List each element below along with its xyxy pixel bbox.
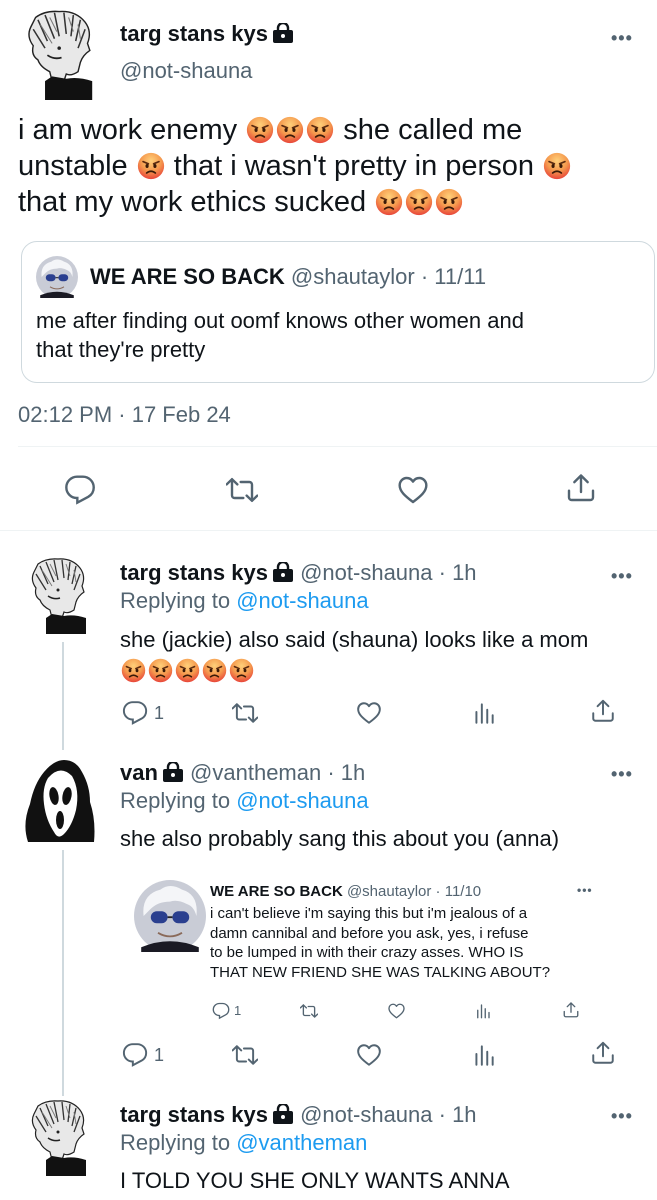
angry-face-icon	[202, 658, 227, 683]
tweet-text: she also probably sang this about you (a…	[120, 826, 560, 851]
replying-to-label: Replying to	[120, 788, 231, 813]
reply-count: 1	[154, 1045, 165, 1065]
avatar[interactable]	[24, 556, 90, 634]
handle-time: @vantheman · 1h	[190, 760, 366, 785]
angry-face-icon	[148, 658, 173, 683]
avatar	[134, 880, 206, 952]
angry-face-icon	[276, 116, 304, 144]
replying-to-handle[interactable]: @not-shauna	[236, 788, 368, 813]
more-options-icon: •••	[577, 883, 593, 897]
angry-face-icon	[375, 188, 403, 216]
quoted-handle-date: @shautaylor · 11/11	[290, 264, 487, 289]
embedded-text: i can't believe i'm saying this but i'm …	[210, 905, 551, 981]
embedded-display-name: WE ARE SO BACK	[210, 883, 343, 900]
reply-count: 1	[154, 703, 165, 723]
tweet-timestamp[interactable]: 02:12 PM · 17 Feb 24	[18, 402, 231, 428]
tweet-text: she (jackie) also said (shauna) looks li…	[120, 625, 640, 687]
like-icon[interactable]	[356, 1042, 382, 1068]
handle[interactable]: @not-shauna	[120, 58, 252, 84]
reply-icon[interactable]	[122, 700, 148, 726]
reply-icon[interactable]	[122, 1042, 148, 1068]
angry-face-icon	[405, 188, 433, 216]
angry-face-icon	[121, 658, 146, 683]
display-name[interactable]: targ stans kys	[120, 560, 268, 585]
views-icon[interactable]	[471, 700, 497, 726]
share-icon[interactable]	[590, 1040, 616, 1066]
thread-line	[62, 850, 64, 1096]
share-icon[interactable]	[565, 472, 597, 504]
like-icon[interactable]	[396, 474, 430, 506]
angry-face-icon	[246, 116, 274, 144]
retweet-icon[interactable]	[226, 474, 258, 506]
quoted-tweet-card[interactable]: WE ARE SO BACK @shautaylor · 11/11 me af…	[21, 241, 655, 383]
thread-line	[62, 642, 64, 750]
avatar	[36, 256, 78, 298]
angry-face-icon	[435, 188, 463, 216]
avatar[interactable]	[18, 8, 98, 100]
tweet-text: i am work enemy she called me unstable t…	[18, 112, 638, 220]
more-options-icon[interactable]: •••	[611, 764, 633, 785]
embedded-handle-time: @shautaylor · 11/10	[346, 883, 482, 900]
views-icon	[474, 1002, 492, 1020]
avatar[interactable]	[24, 1098, 90, 1176]
reply-icon[interactable]	[64, 474, 96, 506]
handle-time: @not-shauna · 1h	[300, 1102, 477, 1127]
angry-face-icon	[137, 152, 165, 180]
like-icon[interactable]	[356, 700, 382, 726]
retweet-icon	[300, 1002, 318, 1020]
lock-icon	[162, 762, 184, 782]
angry-face-icon	[306, 116, 334, 144]
replying-to-handle[interactable]: @vantheman	[236, 1130, 367, 1155]
share-icon[interactable]	[590, 698, 616, 724]
divider	[18, 446, 657, 447]
display-name[interactable]: targ stans kys	[120, 21, 268, 46]
quoted-text: me after finding out oomf knows other wo…	[36, 308, 524, 362]
angry-face-icon	[175, 658, 200, 683]
replying-to-handle[interactable]: @not-shauna	[236, 588, 368, 613]
handle-time: @not-shauna · 1h	[300, 560, 477, 585]
lock-icon	[272, 562, 294, 582]
retweet-icon[interactable]	[232, 1042, 258, 1068]
display-name[interactable]: van	[120, 760, 158, 785]
views-icon[interactable]	[471, 1042, 497, 1068]
angry-face-icon	[229, 658, 254, 683]
more-options-icon[interactable]: •••	[611, 1106, 633, 1127]
display-name[interactable]: targ stans kys	[120, 1102, 268, 1127]
angry-face-icon	[543, 152, 571, 180]
more-options-icon[interactable]: •••	[611, 28, 633, 49]
reply-count: 1	[234, 1003, 242, 1018]
quoted-display-name: WE ARE SO BACK	[90, 264, 285, 289]
lock-icon	[272, 1104, 294, 1124]
share-icon	[562, 1001, 580, 1019]
tweet-text: I TOLD YOU SHE ONLY WANTS ANNA	[120, 1168, 510, 1193]
embedded-tweet-image[interactable]: WE ARE SO BACK @shautaylor · 11/10 ••• i…	[126, 872, 626, 1032]
divider	[0, 530, 657, 531]
reply-icon	[212, 1002, 230, 1020]
retweet-icon[interactable]	[232, 700, 258, 726]
lock-icon	[272, 23, 294, 43]
replying-to-label: Replying to	[120, 588, 231, 613]
avatar[interactable]	[20, 754, 100, 844]
replying-to-label: Replying to	[120, 1130, 231, 1155]
like-icon	[387, 1002, 406, 1020]
more-options-icon[interactable]: •••	[611, 566, 633, 587]
